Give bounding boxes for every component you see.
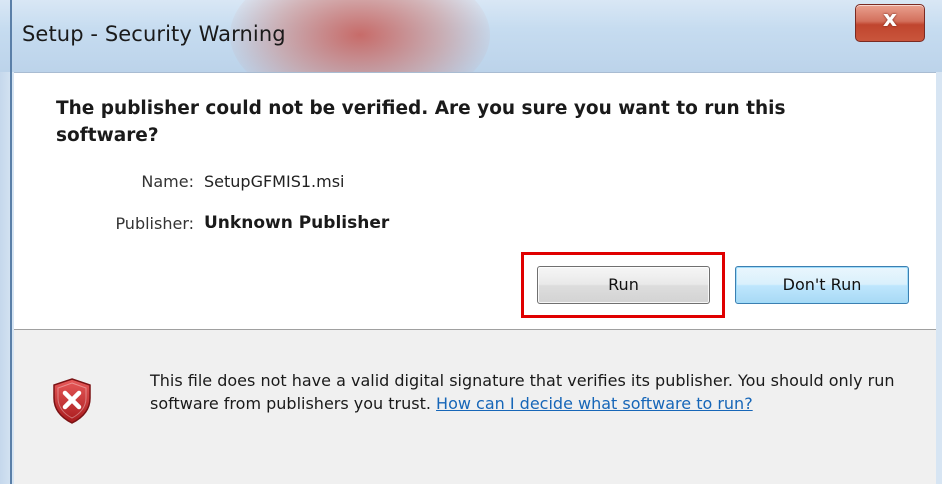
dont-run-button[interactable]: Don't Run: [735, 266, 909, 304]
file-name-value: SetupGFMIS1.msi: [204, 172, 345, 191]
warning-headline: The publisher could not be verified. Are…: [56, 98, 786, 146]
security-warning-dialog: Setup - Security Warning x The publisher…: [0, 0, 942, 484]
publisher-value: Unknown Publisher: [204, 213, 390, 233]
title-bar[interactable]: Setup - Security Warning x: [0, 0, 942, 72]
close-button[interactable]: x: [855, 4, 925, 42]
window-edge: [10, 0, 12, 484]
close-icon: x: [882, 7, 898, 32]
window-frame-right: [936, 72, 942, 484]
footer-message: This file does not have a valid digital …: [150, 370, 920, 415]
footer-panel: This file does not have a valid digital …: [14, 330, 936, 484]
help-link[interactable]: How can I decide what software to run?: [436, 394, 753, 413]
name-label: Name:: [141, 172, 194, 191]
dialog-content: The publisher could not be verified. Are…: [14, 72, 936, 484]
window-title: Setup - Security Warning: [22, 22, 286, 46]
run-button-highlight: [521, 252, 725, 318]
publisher-label: Publisher:: [115, 214, 194, 233]
shield-x-icon: [53, 378, 91, 424]
